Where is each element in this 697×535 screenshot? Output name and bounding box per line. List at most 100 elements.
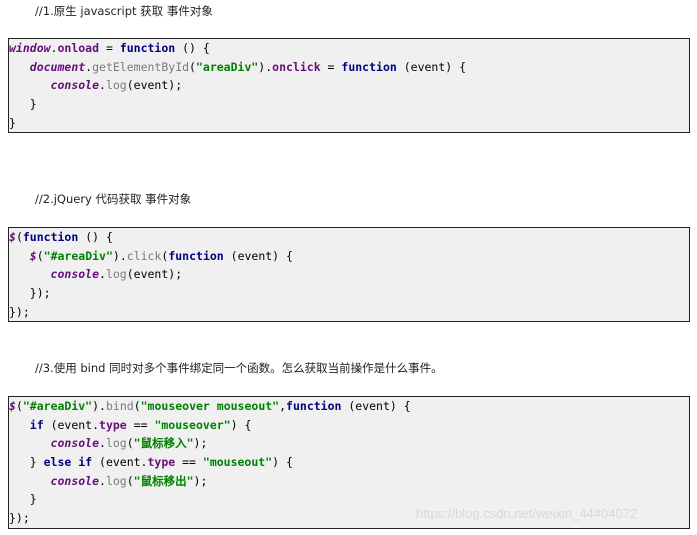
code-line: console.log("鼠标移入"); [9, 434, 689, 453]
section-2-heading: //2.jQuery 代码获取 事件对象 [35, 192, 192, 206]
code-token-kw: if [29, 417, 44, 432]
code-token-pl: } [9, 115, 16, 130]
code-token-pl: = [320, 59, 342, 74]
code-line: if (event.type == "mouseover") { [9, 416, 689, 435]
code-token-pl: (event); [126, 78, 183, 93]
code-token-prop: type [99, 417, 127, 432]
code-token-obj: console [50, 436, 100, 451]
code-token-kw: function [22, 230, 79, 244]
code-line: $("#areaDiv").bind("mouseover mouseout",… [9, 397, 689, 416]
code-token-pl: ( [189, 59, 196, 74]
code-token-pl: ( [126, 436, 134, 451]
code-token-pl: ( [126, 473, 134, 488]
code-token-kw: else if [43, 455, 93, 470]
code-token-pl: ( [36, 248, 44, 263]
code-token-pl: }); [9, 304, 30, 319]
code-token-pl: (event) { [396, 59, 467, 74]
code-token-pl: == [126, 417, 155, 432]
code-block-2: $(function () { $("#areaDiv").click(func… [8, 227, 690, 322]
code-line: }); [9, 284, 689, 303]
code-token-pl: = [99, 41, 120, 55]
section-3-heading: //3.使用 bind 同时对多个事件绑定同一个函数。怎么获取当前操作是什么事件… [35, 361, 443, 375]
code-line: $(function () { [9, 228, 689, 247]
code-token-fn: log [105, 267, 127, 282]
code-token-fn: click [126, 248, 162, 263]
code-token-kw: function [341, 59, 397, 74]
code-token-fn: getElementById [92, 59, 190, 74]
code-token-pl: , [279, 399, 287, 413]
code-token-pl: ( [15, 399, 23, 413]
code-token-pl: } [9, 455, 44, 470]
code-token-str: "鼠标移出" [133, 473, 194, 488]
code-block-1: window.onload = function () { document.g… [8, 38, 690, 133]
code-token-str: "mouseout" [202, 455, 273, 470]
code-line: }); [9, 303, 689, 322]
code-token-prop: type [147, 455, 176, 470]
code-token-pl: } [9, 97, 37, 112]
code-token-prop: onclick [272, 59, 321, 74]
code-token-str: "mouseover" [154, 417, 231, 432]
code-token-pl: ). [92, 399, 106, 413]
code-token-pl: . [99, 267, 106, 282]
section-1-heading: //1.原生 javascript 获取 事件对象 [35, 4, 213, 18]
code-token-str: "areaDiv" [195, 59, 259, 74]
code-token-fn: log [105, 436, 127, 451]
code-token-obj: console [50, 78, 100, 93]
code-token-pl: }); [9, 286, 51, 301]
code-token-pl: . [99, 436, 106, 451]
code-line: } [9, 95, 689, 114]
watermark: https://blog.csdn.net/weixin_44404072 [416, 506, 638, 521]
code-line: window.onload = function () { [9, 39, 689, 58]
code-token-pl: }); [9, 511, 30, 526]
code-token-str: "鼠标移入" [133, 436, 194, 451]
code-line: console.log("鼠标移出"); [9, 472, 689, 491]
code-token-pl: ). [112, 248, 127, 263]
code-token-obj: console [50, 267, 100, 282]
code-token-str: "#areaDiv" [43, 248, 113, 263]
code-token-pl: ) { [230, 417, 252, 432]
code-token-pl: () { [78, 230, 113, 244]
code-line: } [9, 114, 689, 133]
code-token-kw: function [286, 399, 342, 413]
code-token-pl: (event) { [223, 248, 293, 263]
code-token-obj: $ [9, 399, 16, 413]
code-token-fn: bind [105, 399, 134, 413]
code-line: console.log(event); [9, 76, 689, 95]
code-token-str: "#areaDiv" [22, 399, 93, 413]
code-token-obj: $ [29, 248, 37, 263]
code-line: document.getElementById("areaDiv").oncli… [9, 58, 689, 77]
code-token-obj: window [9, 41, 51, 55]
code-token-pl: () { [175, 41, 210, 55]
code-token-pl: ); [193, 473, 208, 488]
code-line: console.log(event); [9, 265, 689, 284]
code-token-pl: (event. [43, 417, 100, 432]
code-line: $("#areaDiv").click(function (event) { [9, 247, 689, 266]
code-token-pl: == [175, 455, 203, 470]
code-token-pl: ); [193, 436, 208, 451]
code-token-pl: ) { [272, 455, 293, 470]
code-token-pl: } [9, 492, 37, 507]
code-token-pl: . [99, 78, 106, 93]
code-token-obj: $ [9, 230, 16, 244]
code-token-pl: (event) { [341, 399, 411, 413]
code-token-pl: ). [258, 59, 273, 74]
code-token-pl: ( [15, 230, 23, 244]
code-token-str: "mouseover mouseout" [140, 399, 280, 413]
code-token-kw: function [168, 248, 224, 263]
code-token-obj: document [29, 59, 86, 74]
code-line: } else if (event.type == "mouseout") { [9, 453, 689, 472]
code-token-obj: console [50, 473, 100, 488]
code-token-prop: onload [57, 41, 100, 55]
code-token-pl: . [99, 473, 106, 488]
code-token-pl: ( [133, 399, 141, 413]
code-token-pl: (event); [126, 267, 183, 282]
code-token-fn: log [105, 473, 127, 488]
code-token-fn: log [105, 78, 127, 93]
